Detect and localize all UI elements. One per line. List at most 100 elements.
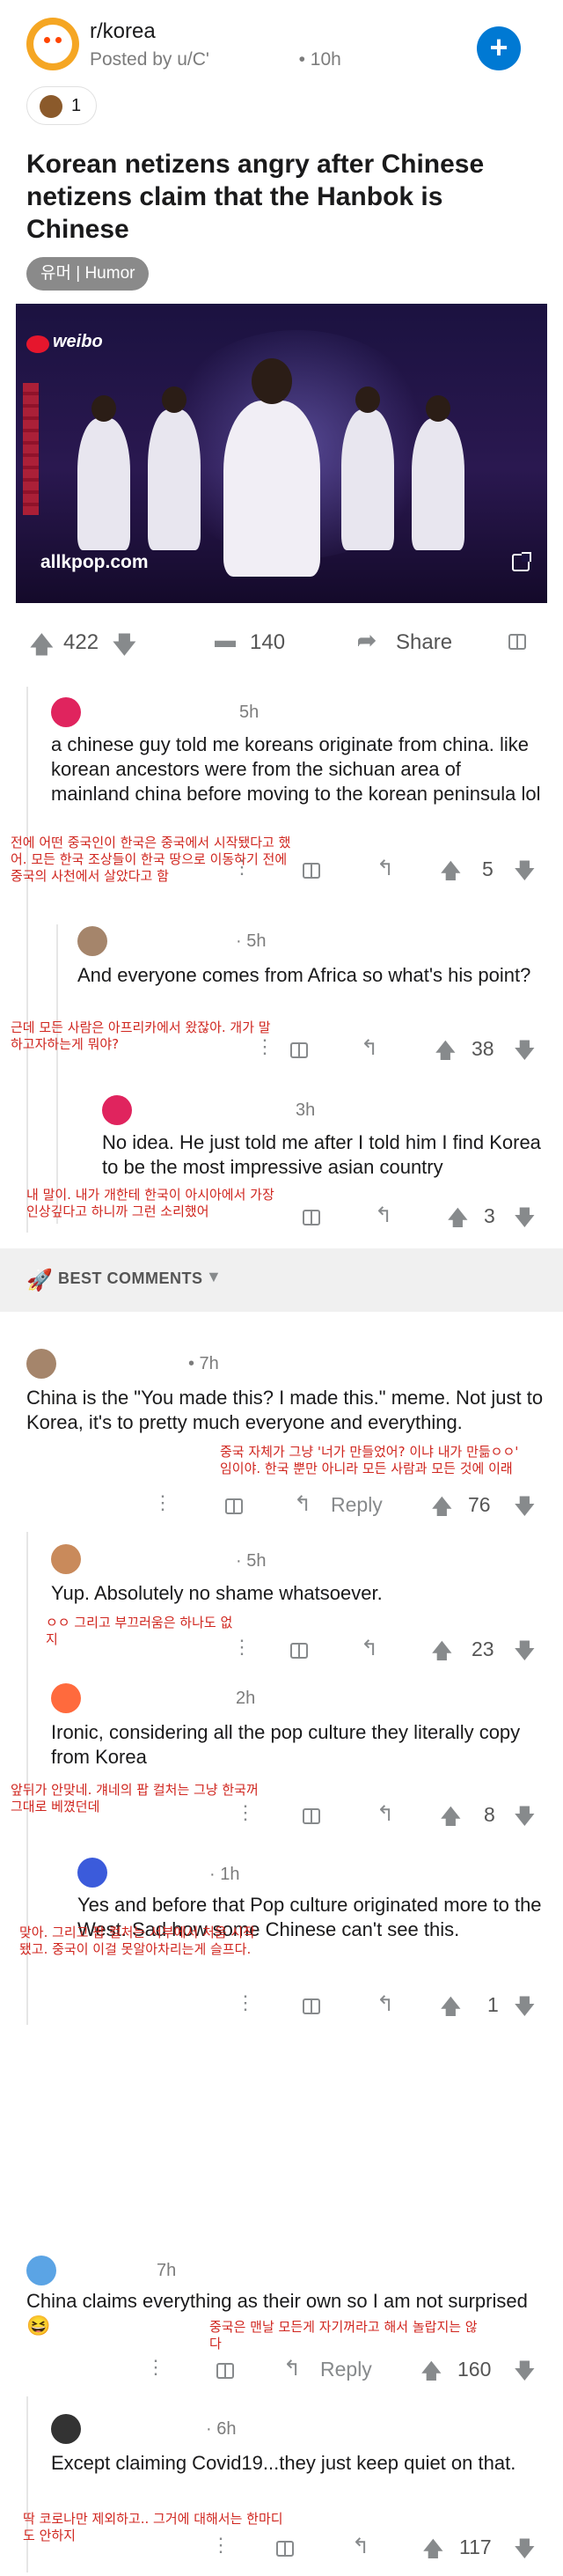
downvote-icon[interactable]: 🡇 bbox=[514, 856, 536, 892]
reply-icon[interactable]: ↰ bbox=[377, 1801, 394, 1827]
reply-icon[interactable]: ↰ bbox=[294, 1491, 311, 1517]
comment-time: 5h bbox=[239, 703, 260, 722]
downvote-icon[interactable]: 🡇 bbox=[514, 1636, 536, 1672]
sort-label[interactable]: BEST COMMENTS bbox=[58, 1270, 203, 1288]
avatar[interactable] bbox=[26, 2256, 56, 2285]
award-gift-icon[interactable] bbox=[290, 1643, 308, 1659]
avatar[interactable] bbox=[102, 1095, 132, 1125]
posted-time: • 10h bbox=[298, 49, 341, 70]
reply-button[interactable]: Reply bbox=[320, 2358, 372, 2381]
sort-comments-bar[interactable]: 🚀 BEST COMMENTS ▼ bbox=[0, 1248, 563, 1312]
more-options-icon[interactable]: ⋮ bbox=[153, 1491, 172, 1514]
upvote-icon[interactable]: 🡅 bbox=[440, 1801, 462, 1837]
korean-translation: 중국은 맨날 모든게 자기꺼라고 해서 놀랍지는 않다 bbox=[209, 2319, 478, 2352]
comment-text: Ironic, considering all the pop culture … bbox=[51, 1721, 521, 1768]
avatar[interactable] bbox=[77, 926, 107, 956]
share-button[interactable]: Share bbox=[396, 630, 452, 655]
external-link-icon[interactable] bbox=[512, 552, 531, 571]
award-gift-icon[interactable] bbox=[303, 1210, 320, 1225]
upvote-icon[interactable]: 🡅 bbox=[431, 1491, 453, 1527]
comment-text: Except claiming Covid19...they just keep… bbox=[51, 2452, 516, 2474]
comment-vote-count: 76 bbox=[468, 1493, 491, 1516]
more-options-icon[interactable]: ⋮ bbox=[232, 856, 252, 879]
upvote-icon[interactable]: 🡅 bbox=[440, 856, 462, 892]
downvote-icon[interactable]: 🡇 bbox=[514, 1801, 536, 1837]
avatar[interactable] bbox=[51, 1544, 81, 1574]
korean-translation: 근데 모든 사람은 아프리카에서 왔잖아. 개가 말하고자하는게 뭐야? bbox=[11, 1019, 271, 1052]
downvote-icon[interactable]: 🡇 bbox=[514, 2356, 536, 2392]
bear-award-icon bbox=[40, 95, 62, 118]
post-flair[interactable]: 유머 | Humor bbox=[26, 257, 150, 291]
more-options-icon[interactable]: ⋮ bbox=[146, 2356, 165, 2379]
reply-icon[interactable]: ↰ bbox=[377, 856, 394, 881]
comment-vote-count: 160 bbox=[457, 2358, 492, 2381]
subreddit-name[interactable]: r/korea bbox=[90, 19, 156, 44]
upvote-icon[interactable]: 🡅 bbox=[30, 629, 54, 667]
more-options-icon[interactable]: ⋮ bbox=[236, 1801, 255, 1824]
reply-icon[interactable]: ↰ bbox=[352, 2534, 369, 2559]
downvote-icon[interactable]: 🡇 bbox=[514, 1203, 536, 1239]
comment-vote-count: 117 bbox=[459, 2536, 492, 2558]
comment-text: No idea. He just told me after I told hi… bbox=[102, 1131, 541, 1178]
korean-translation: 딱 코로나만 제외하고.. 그거에 대해서는 한마디도 안하지 bbox=[23, 2511, 283, 2543]
award-gift-icon[interactable] bbox=[303, 863, 320, 879]
upvote-icon[interactable]: 🡅 bbox=[435, 1035, 457, 1071]
comment-time: · 5h bbox=[236, 931, 267, 951]
upvote-icon[interactable]: 🡅 bbox=[440, 1991, 462, 2028]
downvote-icon[interactable]: 🡇 bbox=[514, 1991, 536, 2028]
reply-icon[interactable]: ↰ bbox=[375, 1203, 392, 1228]
comment-vote-count: 5 bbox=[482, 857, 494, 880]
comment-time: 2h bbox=[236, 1689, 256, 1708]
downvote-icon[interactable]: 🡇 bbox=[514, 1491, 536, 1527]
award-gift-icon[interactable] bbox=[303, 1808, 320, 1824]
join-plus-button[interactable]: + bbox=[477, 26, 521, 70]
more-options-icon[interactable]: ⋮ bbox=[232, 1636, 252, 1659]
downvote-icon[interactable]: 🡇 bbox=[113, 629, 136, 667]
reply-icon[interactable]: ↰ bbox=[361, 1636, 378, 1661]
reply-icon[interactable]: ↰ bbox=[283, 2356, 301, 2381]
reply-button[interactable]: Reply bbox=[331, 1493, 383, 1517]
upvote-icon[interactable]: 🡅 bbox=[422, 2534, 444, 2570]
weibo-logo-icon bbox=[26, 335, 49, 353]
award-gift-icon[interactable] bbox=[303, 1998, 320, 2014]
comment-time: 7h bbox=[157, 2261, 177, 2280]
post-title[interactable]: Korean netizens angry after Chinese neti… bbox=[26, 148, 537, 246]
reply-icon[interactable]: ↰ bbox=[361, 1035, 378, 1061]
award-gift-icon[interactable] bbox=[225, 1498, 243, 1514]
subreddit-avatar-icon[interactable] bbox=[26, 18, 79, 70]
award-gift-icon[interactable] bbox=[216, 2363, 234, 2379]
reply-icon[interactable]: ↰ bbox=[377, 1991, 394, 2017]
avatar[interactable] bbox=[51, 697, 81, 727]
korean-translation: 내 말이. 내가 개한테 한국이 아시아에서 가장 인상깊다고 하니까 그런 소… bbox=[26, 1187, 274, 1219]
comment-time: 3h bbox=[296, 1100, 316, 1120]
rocket-icon: 🚀 bbox=[26, 1269, 53, 1292]
upvote-icon[interactable]: 🡅 bbox=[420, 2356, 442, 2392]
more-options-icon[interactable]: ⋮ bbox=[211, 2534, 230, 2557]
downvote-icon[interactable]: 🡇 bbox=[514, 2534, 536, 2570]
avatar[interactable] bbox=[51, 1683, 81, 1713]
downvote-icon[interactable]: 🡇 bbox=[514, 1035, 536, 1071]
chevron-down-icon[interactable]: ▼ bbox=[206, 1268, 222, 1286]
video-source[interactable]: allkpop.com bbox=[40, 552, 149, 573]
avatar[interactable] bbox=[26, 1349, 56, 1379]
upvote-icon[interactable]: 🡅 bbox=[447, 1203, 469, 1239]
award-gift-icon[interactable] bbox=[508, 634, 526, 650]
comment-count[interactable]: 140 bbox=[250, 630, 285, 655]
post-action-bar: 🡅 422 🡇 ▬ 140 ➦ Share bbox=[0, 616, 563, 669]
award-gift-icon[interactable] bbox=[276, 2541, 294, 2557]
avatar[interactable] bbox=[51, 2414, 81, 2444]
video-thumbnail[interactable]: weibo allkpop.com bbox=[16, 304, 547, 603]
comment-icon[interactable]: ▬ bbox=[215, 629, 236, 653]
award-gift-icon[interactable] bbox=[290, 1042, 308, 1058]
avatar[interactable] bbox=[77, 1858, 107, 1888]
comment-vote-count: 1 bbox=[487, 1993, 499, 2016]
posted-by-user[interactable]: Posted by u/C' bbox=[90, 49, 209, 70]
video-watermark: weibo bbox=[53, 332, 103, 351]
upvote-icon[interactable]: 🡅 bbox=[431, 1636, 453, 1672]
award-pill[interactable]: 1 bbox=[26, 86, 97, 125]
share-icon[interactable]: ➦ bbox=[357, 627, 377, 654]
comment-time: · 5h bbox=[236, 1551, 267, 1571]
more-options-icon[interactable]: ⋮ bbox=[255, 1035, 274, 1058]
comment-text: China is the "You made this? I made this… bbox=[26, 1387, 544, 1433]
more-options-icon[interactable]: ⋮ bbox=[236, 1991, 255, 2014]
